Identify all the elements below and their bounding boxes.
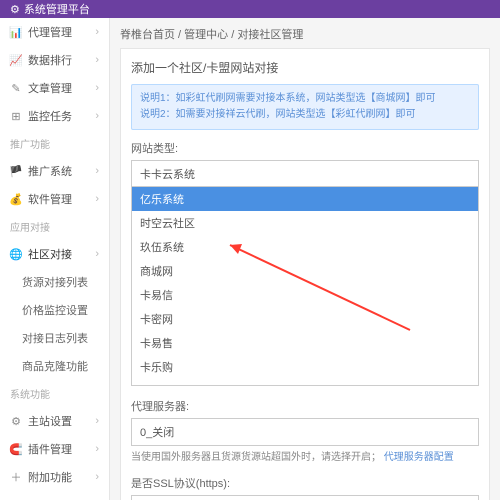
ssl-label: 是否SSL协议(https):: [131, 475, 479, 491]
chevron-right-icon: ›: [95, 54, 99, 66]
dropdown-option[interactable]: 商城网: [132, 259, 478, 283]
sidebar-item-label: 文章管理: [28, 80, 72, 96]
dropdown-option[interactable]: 玖伍系统: [132, 235, 478, 259]
chevron-right-icon: ›: [95, 415, 99, 427]
sidebar-icon: ⚙: [10, 415, 22, 427]
sidebar-icon: 📈: [10, 54, 22, 66]
sidebar-item[interactable]: 💰 软件管理 ›: [0, 185, 109, 213]
sidebar-group-header: 系统功能: [0, 380, 109, 407]
chevron-right-icon: ›: [95, 26, 99, 38]
chevron-right-icon: ›: [95, 443, 99, 455]
sidebar-item[interactable]: 🌐 社区对接 ›: [0, 240, 109, 268]
sidebar-icon: 🧲: [10, 443, 22, 455]
sidebar-icon: ⊞: [10, 110, 22, 122]
sidebar-icon: 📊: [10, 26, 22, 38]
sidebar-subitem[interactable]: 对接日志列表: [0, 324, 109, 352]
sidebar-item[interactable]: ⊞ 监控任务 ›: [0, 102, 109, 130]
sidebar-item[interactable]: ⚙ 主站设置 ›: [0, 407, 109, 435]
dropdown-option[interactable]: 卡易信: [132, 283, 478, 307]
sidebar-item-label: 监控任务: [28, 108, 72, 124]
dropdown-option[interactable]: 同系统对接: [132, 379, 478, 386]
sidebar-group-header: 应用对接: [0, 213, 109, 240]
dropdown-option[interactable]: 卡乐购: [132, 355, 478, 379]
sidebar-item-label: 附加功能: [28, 469, 72, 485]
dropdown-option[interactable]: 亿乐系统: [132, 187, 478, 211]
app-title: ⚙ 系统管理平台: [10, 1, 90, 17]
breadcrumb: 脊椎台首页 / 管理中心 / 对接社区管理: [120, 26, 490, 42]
breadcrumb-current: 对接社区管理: [237, 29, 303, 41]
sidebar-item[interactable]: ✎ 文章管理 ›: [0, 74, 109, 102]
dropdown-option[interactable]: 时空云社区: [132, 211, 478, 235]
app-title-text: 系统管理平台: [24, 1, 90, 17]
chevron-right-icon: ›: [95, 82, 99, 94]
sidebar-item[interactable]: 📊 代理管理 ›: [0, 18, 109, 46]
sidebar: 📊 代理管理 › 📈 数据排行 › ✎ 文章管理 › ⊞ 监控任务 › 推广功能 🏴 推广系统 › 💰 软件管理 ›…: [0, 18, 110, 500]
chevron-right-icon: ›: [95, 471, 99, 483]
sidebar-item-label: 插件管理: [28, 441, 72, 457]
ssl-select[interactable]: 0_否: [131, 495, 479, 500]
panel-title: 添加一个社区/卡盟网站对接: [131, 59, 479, 76]
sidebar-subitem[interactable]: 价格监控设置: [0, 296, 109, 324]
sidebar-item-label: 推广系统: [28, 163, 72, 179]
proxy-config-link[interactable]: 代理服务器配置: [384, 452, 454, 463]
sidebar-icon: ＋: [10, 471, 22, 483]
proxy-label: 代理服务器:: [131, 398, 479, 414]
sidebar-item[interactable]: 🏴 推广系统 ›: [0, 157, 109, 185]
sidebar-icon: 💰: [10, 193, 22, 205]
sidebar-subitem[interactable]: 货源对接列表: [0, 268, 109, 296]
main-content: 脊椎台首页 / 管理中心 / 对接社区管理 添加一个社区/卡盟网站对接 说明1：…: [110, 18, 500, 500]
proxy-hint: 当使用国外服务器且货源货源站超国外时，请选择开启； 代理服务器配置: [131, 450, 479, 465]
sidebar-item-label: 软件管理: [28, 191, 72, 207]
site-type-dropdown[interactable]: 亿乐系统时空云社区玖伍系统商城网卡易信卡密网卡易售卡乐购同系统对接卡卡云系统彩虹…: [131, 186, 479, 386]
sidebar-item-label: 数据排行: [28, 52, 72, 68]
notice-line-2: 说明2：如需要对接祥云代刷，网站类型选【彩虹代刷网】即可: [140, 107, 470, 123]
proxy-select[interactable]: 0_关闭: [131, 418, 479, 446]
form-panel: 添加一个社区/卡盟网站对接 说明1：如彩虹代刷网需要对接本系统，网站类型选【商城…: [120, 48, 490, 500]
dropdown-option[interactable]: 卡密网: [132, 307, 478, 331]
gear-icon: ⚙: [10, 3, 20, 16]
sidebar-item[interactable]: 🧲 插件管理 ›: [0, 435, 109, 463]
sidebar-group-header: 其他: [0, 491, 109, 500]
sidebar-icon: 🌐: [10, 248, 22, 260]
notice-box: 说明1：如彩虹代刷网需要对接本系统，网站类型选【商城网】即可 说明2：如需要对接…: [131, 84, 479, 130]
chevron-right-icon: ›: [95, 248, 99, 260]
sidebar-item-label: 主站设置: [28, 413, 72, 429]
notice-line-1: 说明1：如彩虹代刷网需要对接本系统，网站类型选【商城网】即可: [140, 91, 470, 107]
chevron-right-icon: ›: [95, 193, 99, 205]
sidebar-item[interactable]: 📈 数据排行 ›: [0, 46, 109, 74]
site-type-value[interactable]: 卡卡云系统: [131, 160, 479, 188]
sidebar-icon: 🏴: [10, 165, 22, 177]
chevron-right-icon: ›: [95, 165, 99, 177]
proxy-hint-text: 当使用国外服务器且货源货源站超国外时，请选择开启；: [131, 452, 381, 463]
chevron-right-icon: ›: [95, 110, 99, 122]
breadcrumb-mid[interactable]: 管理中心: [184, 29, 228, 41]
site-type-select[interactable]: 卡卡云系统 亿乐系统时空云社区玖伍系统商城网卡易信卡密网卡易售卡乐购同系统对接卡…: [131, 160, 479, 188]
sidebar-item[interactable]: ＋ 附加功能 ›: [0, 463, 109, 491]
sidebar-group-header: 推广功能: [0, 130, 109, 157]
sidebar-item-label: 社区对接: [28, 246, 72, 262]
sidebar-icon: ✎: [10, 82, 22, 94]
breadcrumb-home[interactable]: 脊椎台首页: [120, 29, 175, 41]
dropdown-option[interactable]: 卡易售: [132, 331, 478, 355]
sidebar-subitem[interactable]: 商品克隆功能: [0, 352, 109, 380]
site-type-label: 网站类型:: [131, 140, 479, 156]
sidebar-item-label: 代理管理: [28, 24, 72, 40]
topbar: ⚙ 系统管理平台: [0, 0, 500, 18]
